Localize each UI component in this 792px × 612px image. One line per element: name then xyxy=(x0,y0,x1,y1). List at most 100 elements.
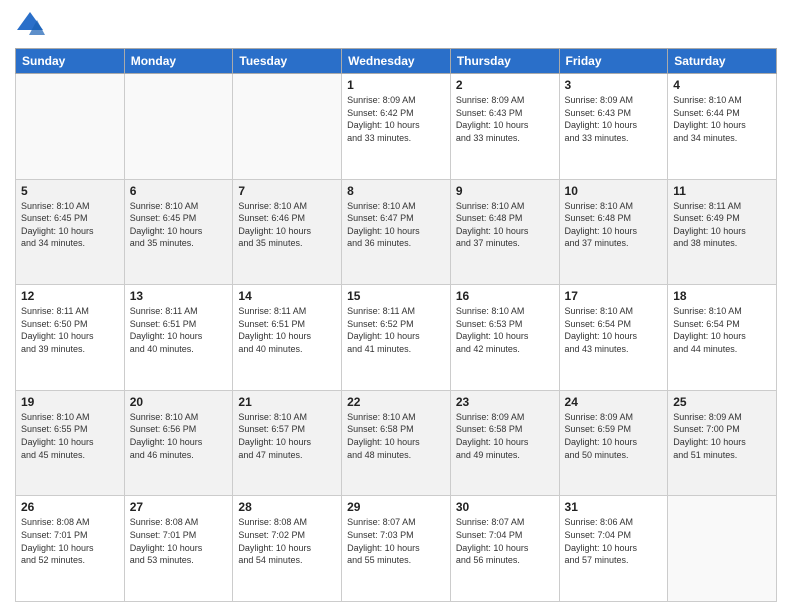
day-number: 6 xyxy=(130,184,228,198)
day-number: 31 xyxy=(565,500,663,514)
day-number: 11 xyxy=(673,184,771,198)
table-row: 3 Sunrise: 8:09 AM Sunset: 6:43 PM Daylig… xyxy=(559,74,668,180)
day-number: 29 xyxy=(347,500,445,514)
day-info: Sunrise: 8:10 AM Sunset: 6:48 PM Dayligh… xyxy=(565,200,663,250)
header xyxy=(15,10,777,40)
logo-icon xyxy=(15,10,45,40)
day-number: 17 xyxy=(565,289,663,303)
day-info: Sunrise: 8:08 AM Sunset: 7:01 PM Dayligh… xyxy=(130,516,228,566)
table-row: 21 Sunrise: 8:10 AM Sunset: 6:57 PM Dayli… xyxy=(233,390,342,496)
table-row: 28 Sunrise: 8:08 AM Sunset: 7:02 PM Dayli… xyxy=(233,496,342,602)
day-info: Sunrise: 8:09 AM Sunset: 6:43 PM Dayligh… xyxy=(565,94,663,144)
day-info: Sunrise: 8:08 AM Sunset: 7:02 PM Dayligh… xyxy=(238,516,336,566)
calendar-week-row: 12Sunrise: 8:11 AM Sunset: 6:50 PM Dayli… xyxy=(16,285,777,391)
table-row: 17 Sunrise: 8:10 AM Sunset: 6:54 PM Dayli… xyxy=(559,285,668,391)
day-info: Sunrise: 8:08 AM Sunset: 7:01 PM Dayligh… xyxy=(21,516,119,566)
col-thursday: Thursday xyxy=(450,49,559,74)
calendar-header-row: Sunday Monday Tuesday Wednesday Thursday… xyxy=(16,49,777,74)
day-number: 14 xyxy=(238,289,336,303)
calendar-week-row: 1 Sunrise: 8:09 AM Sunset: 6:42 PM Daylig… xyxy=(16,74,777,180)
day-info: Sunrise: 8:09 AM Sunset: 6:59 PM Dayligh… xyxy=(565,411,663,461)
table-row: 18Sunrise: 8:10 AM Sunset: 6:54 PM Dayli… xyxy=(668,285,777,391)
day-number: 25 xyxy=(673,395,771,409)
table-row: 2 Sunrise: 8:09 AM Sunset: 6:43 PM Daylig… xyxy=(450,74,559,180)
day-info: Sunrise: 8:09 AM Sunset: 6:58 PM Dayligh… xyxy=(456,411,554,461)
day-info: Sunrise: 8:11 AM Sunset: 6:51 PM Dayligh… xyxy=(130,305,228,355)
table-row xyxy=(16,74,125,180)
day-info: Sunrise: 8:09 AM Sunset: 6:43 PM Dayligh… xyxy=(456,94,554,144)
table-row: 15 Sunrise: 8:11 AM Sunset: 6:52 PM Dayli… xyxy=(342,285,451,391)
calendar-week-row: 19 Sunrise: 8:10 AM Sunset: 6:55 PM Dayli… xyxy=(16,390,777,496)
day-info: Sunrise: 8:11 AM Sunset: 6:50 PM Dayligh… xyxy=(21,305,119,355)
page: Sunday Monday Tuesday Wednesday Thursday… xyxy=(0,0,792,612)
day-info: Sunrise: 8:11 AM Sunset: 6:52 PM Dayligh… xyxy=(347,305,445,355)
day-info: Sunrise: 8:10 AM Sunset: 6:58 PM Dayligh… xyxy=(347,411,445,461)
table-row: 9Sunrise: 8:10 AM Sunset: 6:48 PM Daylig… xyxy=(450,179,559,285)
day-info: Sunrise: 8:10 AM Sunset: 6:54 PM Dayligh… xyxy=(565,305,663,355)
day-info: Sunrise: 8:10 AM Sunset: 6:55 PM Dayligh… xyxy=(21,411,119,461)
day-number: 2 xyxy=(456,78,554,92)
calendar-table: Sunday Monday Tuesday Wednesday Thursday… xyxy=(15,48,777,602)
day-info: Sunrise: 8:11 AM Sunset: 6:51 PM Dayligh… xyxy=(238,305,336,355)
table-row: 25Sunrise: 8:09 AM Sunset: 7:00 PM Dayli… xyxy=(668,390,777,496)
day-number: 18 xyxy=(673,289,771,303)
table-row: 4Sunrise: 8:10 AM Sunset: 6:44 PM Daylig… xyxy=(668,74,777,180)
table-row: 11 Sunrise: 8:11 AM Sunset: 6:49 PM Dayli… xyxy=(668,179,777,285)
day-number: 24 xyxy=(565,395,663,409)
day-info: Sunrise: 8:10 AM Sunset: 6:53 PM Dayligh… xyxy=(456,305,554,355)
day-number: 16 xyxy=(456,289,554,303)
day-number: 10 xyxy=(565,184,663,198)
day-info: Sunrise: 8:10 AM Sunset: 6:46 PM Dayligh… xyxy=(238,200,336,250)
table-row: 26Sunrise: 8:08 AM Sunset: 7:01 PM Dayli… xyxy=(16,496,125,602)
day-number: 13 xyxy=(130,289,228,303)
col-wednesday: Wednesday xyxy=(342,49,451,74)
col-monday: Monday xyxy=(124,49,233,74)
table-row: 27 Sunrise: 8:08 AM Sunset: 7:01 PM Dayli… xyxy=(124,496,233,602)
table-row: 7Sunrise: 8:10 AM Sunset: 6:46 PM Daylig… xyxy=(233,179,342,285)
day-number: 1 xyxy=(347,78,445,92)
col-friday: Friday xyxy=(559,49,668,74)
table-row xyxy=(233,74,342,180)
day-number: 4 xyxy=(673,78,771,92)
table-row: 13 Sunrise: 8:11 AM Sunset: 6:51 PM Dayli… xyxy=(124,285,233,391)
day-number: 19 xyxy=(21,395,119,409)
day-number: 20 xyxy=(130,395,228,409)
day-number: 15 xyxy=(347,289,445,303)
table-row xyxy=(668,496,777,602)
table-row: 10 Sunrise: 8:10 AM Sunset: 6:48 PM Dayli… xyxy=(559,179,668,285)
day-info: Sunrise: 8:10 AM Sunset: 6:47 PM Dayligh… xyxy=(347,200,445,250)
day-info: Sunrise: 8:10 AM Sunset: 6:48 PM Dayligh… xyxy=(456,200,554,250)
day-number: 5 xyxy=(21,184,119,198)
day-number: 21 xyxy=(238,395,336,409)
col-sunday: Sunday xyxy=(16,49,125,74)
table-row: 22Sunrise: 8:10 AM Sunset: 6:58 PM Dayli… xyxy=(342,390,451,496)
logo xyxy=(15,10,49,40)
day-info: Sunrise: 8:06 AM Sunset: 7:04 PM Dayligh… xyxy=(565,516,663,566)
table-row: 20 Sunrise: 8:10 AM Sunset: 6:56 PM Dayli… xyxy=(124,390,233,496)
table-row: 23 Sunrise: 8:09 AM Sunset: 6:58 PM Dayli… xyxy=(450,390,559,496)
table-row: 5 Sunrise: 8:10 AM Sunset: 6:45 PM Daylig… xyxy=(16,179,125,285)
table-row xyxy=(124,74,233,180)
table-row: 14 Sunrise: 8:11 AM Sunset: 6:51 PM Dayli… xyxy=(233,285,342,391)
day-info: Sunrise: 8:11 AM Sunset: 6:49 PM Dayligh… xyxy=(673,200,771,250)
day-info: Sunrise: 8:10 AM Sunset: 6:45 PM Dayligh… xyxy=(130,200,228,250)
day-number: 27 xyxy=(130,500,228,514)
day-number: 28 xyxy=(238,500,336,514)
day-number: 23 xyxy=(456,395,554,409)
col-tuesday: Tuesday xyxy=(233,49,342,74)
day-info: Sunrise: 8:10 AM Sunset: 6:56 PM Dayligh… xyxy=(130,411,228,461)
day-info: Sunrise: 8:09 AM Sunset: 6:42 PM Dayligh… xyxy=(347,94,445,144)
table-row: 16 Sunrise: 8:10 AM Sunset: 6:53 PM Dayli… xyxy=(450,285,559,391)
table-row: 19 Sunrise: 8:10 AM Sunset: 6:55 PM Dayli… xyxy=(16,390,125,496)
table-row: 12Sunrise: 8:11 AM Sunset: 6:50 PM Dayli… xyxy=(16,285,125,391)
day-number: 30 xyxy=(456,500,554,514)
table-row: 30Sunrise: 8:07 AM Sunset: 7:04 PM Dayli… xyxy=(450,496,559,602)
table-row: 8Sunrise: 8:10 AM Sunset: 6:47 PM Daylig… xyxy=(342,179,451,285)
table-row: 24 Sunrise: 8:09 AM Sunset: 6:59 PM Dayli… xyxy=(559,390,668,496)
day-info: Sunrise: 8:10 AM Sunset: 6:45 PM Dayligh… xyxy=(21,200,119,250)
day-number: 3 xyxy=(565,78,663,92)
table-row: 29Sunrise: 8:07 AM Sunset: 7:03 PM Dayli… xyxy=(342,496,451,602)
calendar-week-row: 26Sunrise: 8:08 AM Sunset: 7:01 PM Dayli… xyxy=(16,496,777,602)
calendar-week-row: 5 Sunrise: 8:10 AM Sunset: 6:45 PM Daylig… xyxy=(16,179,777,285)
day-info: Sunrise: 8:10 AM Sunset: 6:57 PM Dayligh… xyxy=(238,411,336,461)
